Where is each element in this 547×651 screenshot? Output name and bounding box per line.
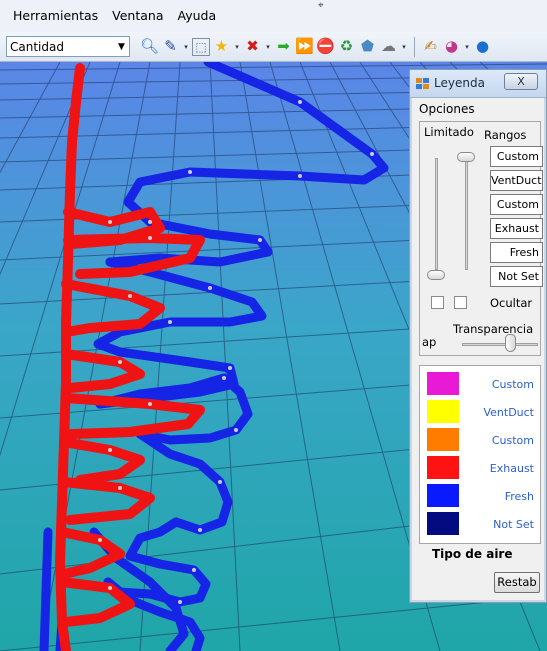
palette-icon[interactable]: ◕ [442,37,461,56]
app-window: Herramientas Ventana Ayuda ⌖ Cantidad ▼ … [0,0,547,651]
color-swatch-not-set [427,512,459,535]
color-label-custom-2: Custom [491,434,534,447]
color-swatch-fresh [427,484,459,507]
range-button-custom-2[interactable]: Custom [490,194,543,215]
solid-icon[interactable]: ⬟ [358,37,377,56]
dropdown-arrow-icon[interactable]: ▾ [264,43,272,51]
notepad-icon[interactable]: ✍ [421,37,440,56]
range-button-not-set[interactable]: Not Set [490,266,543,287]
chevron-down-icon[interactable]: ▼ [114,37,129,56]
wire-icon[interactable]: ☁ [379,37,398,56]
delete-icon[interactable]: ✖ [243,37,262,56]
restab-button[interactable]: Restab [494,572,540,593]
checkbox-lower[interactable] [431,296,444,309]
star-icon[interactable]: ★ [212,37,231,56]
legend-app-icon [416,78,429,89]
pencil-icon[interactable]: ✎ [161,37,180,56]
legend-titlebar[interactable]: Leyenda X [410,70,546,98]
dropdown-arrow-icon[interactable]: ▾ [182,43,190,51]
checkbox-upper[interactable] [454,296,467,309]
recycle-icon[interactable]: ♻ [337,37,356,56]
toolbar-separator [414,36,415,57]
color-swatch-custom-2 [427,428,459,451]
dropdown-arrow-icon[interactable]: ▾ [463,43,471,51]
opciones-tab[interactable]: Opciones [419,102,541,120]
select-box-icon[interactable]: ⬚ [192,37,210,56]
color-label-custom: Custom [491,378,534,391]
color-swatch-custom [427,372,459,395]
color-legend-panel: Custom VentDuct Custom Exhaust Fresh Not… [419,365,541,544]
close-button[interactable]: X [504,73,538,90]
color-swatch-exhaust [427,456,459,479]
range-button-fresh[interactable]: Fresh [490,242,543,263]
menu-bar: Herramientas Ventana Ayuda ⌖ [0,0,547,32]
color-label-not-set: Not Set [493,518,534,531]
range-button-ventduct[interactable]: VentDuct [490,170,543,191]
mode-combobox-value: Cantidad [10,39,64,54]
dropdown-arrow-icon[interactable]: ▾ [400,43,408,51]
color-swatch-ventduct [427,400,459,423]
legend-window[interactable]: Leyenda X Opciones Limitado Rangos Custo… [409,69,547,603]
transparencia-label: Transparencia [453,322,534,336]
lower-limit-track[interactable] [435,158,438,270]
color-label-fresh: Fresh [504,490,534,503]
range-button-exhaust[interactable]: Exhaust [490,218,543,239]
opciones-panel: Limitado Rangos Custom VentDuct Custom E… [419,121,543,356]
ap-label: ap [422,335,437,349]
range-button-custom[interactable]: Custom [490,146,543,167]
lower-limit-thumb[interactable] [427,270,445,280]
double-arrow-icon[interactable]: ⏩ [295,37,314,56]
upper-limit-track[interactable] [465,158,468,270]
mouse-cursor-icon: ⌖ [318,0,324,11]
help-icon[interactable]: ● [473,37,492,56]
close-icon: X [517,75,525,88]
menu-ventana[interactable]: Ventana [105,0,170,32]
tipo-de-aire-label: Tipo de aire [432,547,513,561]
zoom-icon[interactable]: 🔍︎ [140,37,159,56]
arrow-right-icon[interactable]: ➡ [274,37,293,56]
menu-herramientas[interactable]: Herramientas [6,0,105,32]
color-label-exhaust: Exhaust [489,462,534,475]
mode-combobox[interactable]: Cantidad ▼ [6,36,130,57]
upper-limit-thumb[interactable] [457,152,475,162]
limitado-label: Limitado [424,125,474,139]
transparency-track[interactable] [462,343,538,346]
legend-title: Leyenda [434,76,485,90]
rangos-label: Rangos [484,128,527,142]
stop-icon[interactable]: ⛔ [316,37,335,56]
dropdown-arrow-icon[interactable]: ▾ [233,43,241,51]
transparency-thumb[interactable] [504,334,516,352]
color-label-ventduct: VentDuct [483,406,534,419]
menu-ayuda[interactable]: Ayuda [171,0,224,32]
toolbar: Cantidad ▼ 🔍︎ ✎ ▾ ⬚ ★ ▾ ✖ ▾ ➡ ⏩ ⛔ ♻ ⬟ ☁ … [0,32,547,62]
ocultar-label: Ocultar [490,296,533,310]
